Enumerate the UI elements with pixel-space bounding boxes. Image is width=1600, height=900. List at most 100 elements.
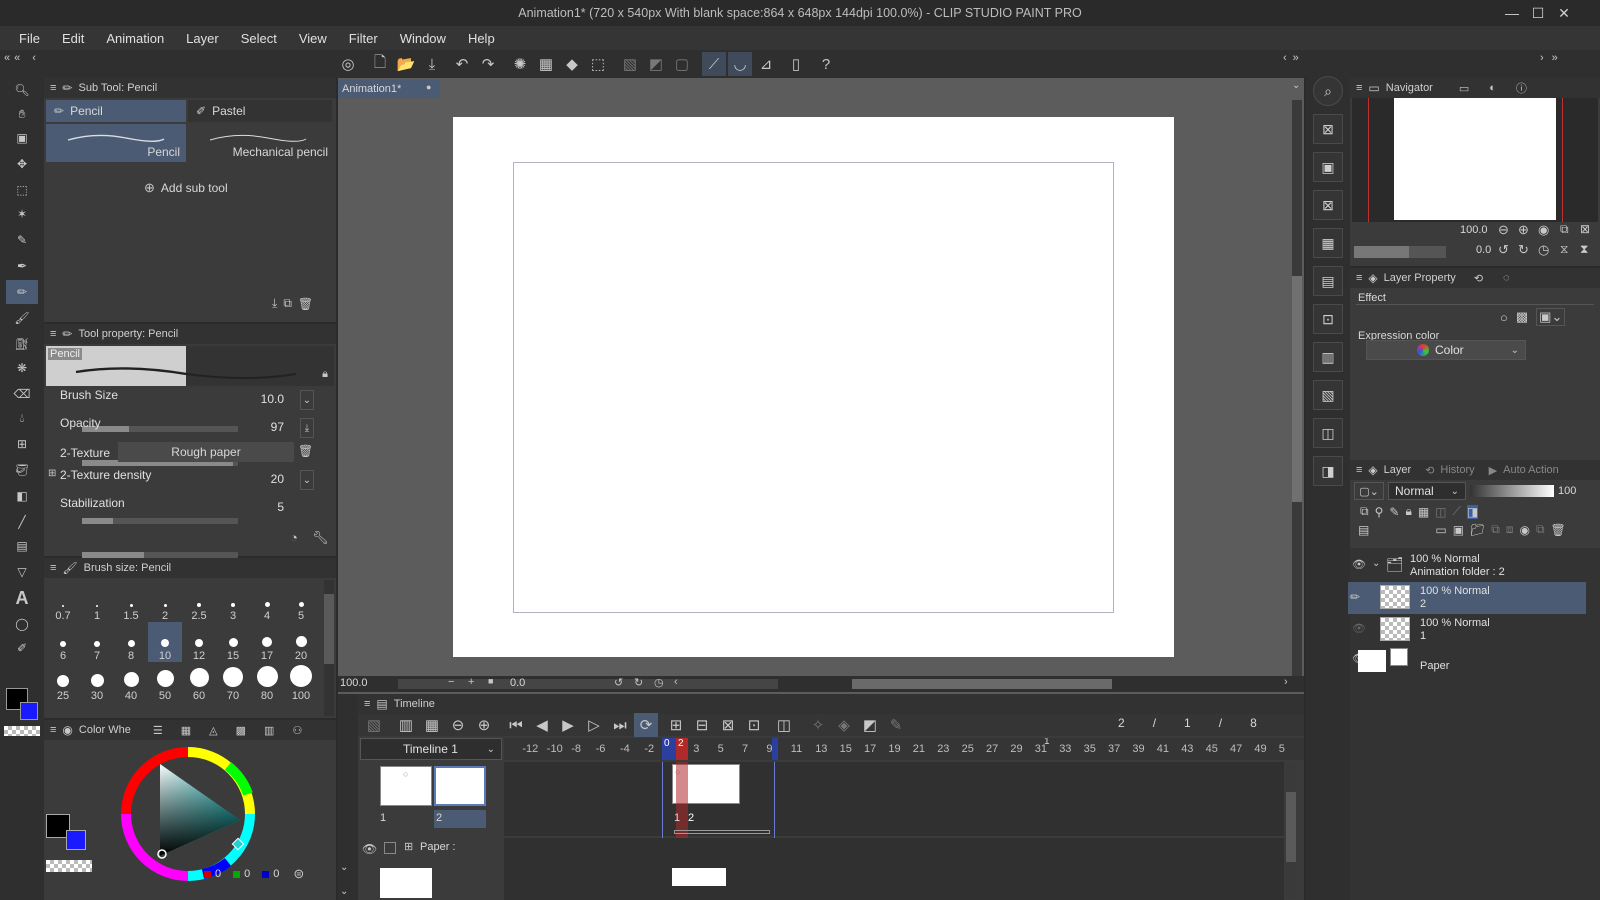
menu-icon-2[interactable]: ≡ <box>50 328 56 340</box>
current-frame-value[interactable]: 2 <box>1118 716 1125 730</box>
canvas-tab[interactable]: Animation1* ● <box>338 80 440 98</box>
nav-flip-h-icon[interactable]: ⧖ <box>1560 242 1568 257</box>
clip-layer-icon[interactable]: ⧉ <box>1360 504 1369 519</box>
onion-skin-icon[interactable]: ◫ <box>772 713 796 737</box>
sub-view-icon[interactable]: ▭ <box>1459 82 1469 95</box>
more-effects-icon[interactable]: ▣⌄ <box>1536 308 1566 326</box>
brush-size-cell[interactable]: 7 <box>80 622 114 662</box>
keyframe-type-icon[interactable]: ◈ <box>832 713 856 737</box>
nav-rotate-right-icon[interactable]: ↻ <box>1518 242 1529 258</box>
scroll-left-icon[interactable]: ‹ <box>674 676 678 688</box>
nav-reset-rotate-icon[interactable]: ◷ <box>1538 242 1549 258</box>
menu-edit[interactable]: Edit <box>51 31 95 46</box>
preset-pencil[interactable]: Pencil <box>46 124 186 162</box>
help-icon[interactable]: ? <box>814 52 838 76</box>
chevron-left-icon-right[interactable]: ‹ <box>1283 52 1287 64</box>
paper-lock-checkbox[interactable] <box>384 842 396 854</box>
timeline-zoom-in-icon[interactable]: ⊕ <box>472 713 496 737</box>
track-folder-frames[interactable]: ○ 1 2 <box>504 762 1284 900</box>
material-icon-8[interactable]: ▧ <box>1313 380 1343 410</box>
combine-icon[interactable]: ⧈ <box>1506 522 1514 537</box>
layer-opacity-value[interactable]: 100 <box>1558 485 1576 497</box>
clip-studio-icon[interactable]: ◎ <box>336 52 360 76</box>
snap-ruler-icon[interactable]: ⟋ <box>702 52 726 76</box>
collapse-right-icon[interactable]: » <box>1293 52 1299 64</box>
navigator-zoom-value[interactable]: 100.0 <box>1460 224 1488 236</box>
expand-plus-icon[interactable]: ⊞ <box>48 468 56 479</box>
menu-view[interactable]: View <box>288 31 338 46</box>
figure-icon[interactable]: ⊞ <box>6 432 38 456</box>
material-icon-6[interactable]: ⊡ <box>1313 304 1343 334</box>
texture-density-pressure-icon[interactable]: ⌄ <box>300 470 314 490</box>
brush-tool-icon[interactable]: 🖌︎ <box>6 306 38 330</box>
brush-size-cell[interactable]: 17 <box>250 622 284 662</box>
transform-icon[interactable]: ⬚ <box>586 52 610 76</box>
edit-timeline-icon[interactable]: ▥ <box>394 713 418 737</box>
color-slider-tab-icon[interactable]: ☰ <box>153 724 163 737</box>
minimize-button[interactable]: — <box>1500 0 1524 26</box>
track-paper-frames[interactable] <box>504 838 1284 900</box>
new-folder-icon[interactable]: 📁︎ <box>1470 523 1485 537</box>
sub-color-swatch[interactable] <box>20 702 38 720</box>
save-icon[interactable]: ⤓ <box>420 52 444 76</box>
color-mode-icon[interactable]: ⊜ <box>293 866 304 882</box>
search-material-icon[interactable]: ⌕ <box>1313 76 1343 106</box>
menu-icon-8[interactable]: ≡ <box>1356 464 1362 476</box>
brush-size-cell[interactable]: 1 <box>80 582 114 622</box>
snap-grid-icon[interactable]: ⊿ <box>754 52 778 76</box>
navigator-view[interactable] <box>1352 98 1598 222</box>
brush-size-cell[interactable]: 50 <box>148 662 182 702</box>
blend-icon[interactable]: 💧︎ <box>6 406 38 430</box>
duplicate-icon[interactable]: ⧉ <box>283 296 292 311</box>
brush-size-cell-more[interactable] <box>114 702 148 718</box>
history-tab[interactable]: History <box>1440 464 1474 476</box>
loop-icon[interactable]: ⟳ <box>634 713 658 737</box>
menu-window[interactable]: Window <box>389 31 457 46</box>
close-button[interactable]: ✕ <box>1552 0 1576 26</box>
preset-mechanical-pencil[interactable]: Mechanical pencil <box>188 124 332 162</box>
menu-filter[interactable]: Filter <box>338 31 389 46</box>
sync-icon[interactable]: ◩ <box>858 713 882 737</box>
operation-icon[interactable]: ▽ <box>6 560 38 584</box>
timeline-zoom-out-icon[interactable]: ⊖ <box>446 713 470 737</box>
brush-size-cell[interactable]: 100 <box>284 662 318 702</box>
brush-size-cell-more[interactable] <box>284 702 318 718</box>
layer-row-paper[interactable]: Paper <box>1348 646 1600 678</box>
brush-size-cell[interactable]: 5 <box>284 582 318 622</box>
layer-list-view-icon[interactable]: ▤ <box>1358 523 1369 537</box>
reference-layer-icon[interactable]: ⚲ <box>1375 505 1384 519</box>
menu-file[interactable]: File <box>8 31 51 46</box>
reset-icon[interactable]: ◔ <box>290 530 298 545</box>
navigator-angle-value[interactable]: 0.0 <box>1476 244 1491 256</box>
new-anim-folder-icon[interactable]: ⊞ <box>664 713 688 737</box>
brush-size-cell[interactable]: 80 <box>250 662 284 702</box>
lock-transparent-icon[interactable]: ▦ <box>1418 505 1429 519</box>
texture-select[interactable]: Rough paper <box>118 442 294 462</box>
cel-range-bar[interactable] <box>674 830 770 834</box>
menu-icon-4[interactable]: ≡ <box>50 724 56 736</box>
layer-opacity-slider[interactable] <box>1470 485 1554 497</box>
nav-fit-icon[interactable]: ⧉ <box>1560 222 1569 237</box>
timeline-select[interactable]: Timeline 1 ⌄ <box>360 738 502 760</box>
color-sub-swatch[interactable] <box>66 830 86 850</box>
ruler-range-icon[interactable]: ⟋ <box>1453 504 1461 519</box>
opacity-value[interactable]: 97 <box>244 420 284 434</box>
info-icon[interactable]: ◐ <box>1489 82 1496 94</box>
brush-size-cell[interactable]: 25 <box>46 662 80 702</box>
material-icon-4[interactable]: ▦ <box>1313 228 1343 258</box>
airbrush-icon[interactable]: ⛽︎ <box>6 332 38 356</box>
brush-size-cell-more[interactable] <box>148 702 182 718</box>
navigator-zoom-slider[interactable] <box>1354 246 1446 258</box>
nav-zoom-in-icon[interactable]: ⊕ <box>1518 222 1529 238</box>
navigator-thumbnail[interactable] <box>1394 98 1556 220</box>
new-anim-cel-icon[interactable]: ⊟ <box>690 713 714 737</box>
brush-size-pressure-icon[interactable]: ⌄ <box>300 390 314 410</box>
brush-size-cell-more[interactable] <box>216 702 250 718</box>
expression-color-select[interactable]: Color ⌄ <box>1366 340 1526 360</box>
brush-size-cell[interactable]: 10 <box>148 622 182 662</box>
layer-tab[interactable]: Layer <box>1384 464 1412 476</box>
menu-animation[interactable]: Animation <box>95 31 175 46</box>
keyframe-icon[interactable]: ✧ <box>806 713 830 737</box>
menu-icon-3[interactable]: ≡ <box>50 562 56 574</box>
material-icon-3[interactable]: ⊠ <box>1313 190 1343 220</box>
